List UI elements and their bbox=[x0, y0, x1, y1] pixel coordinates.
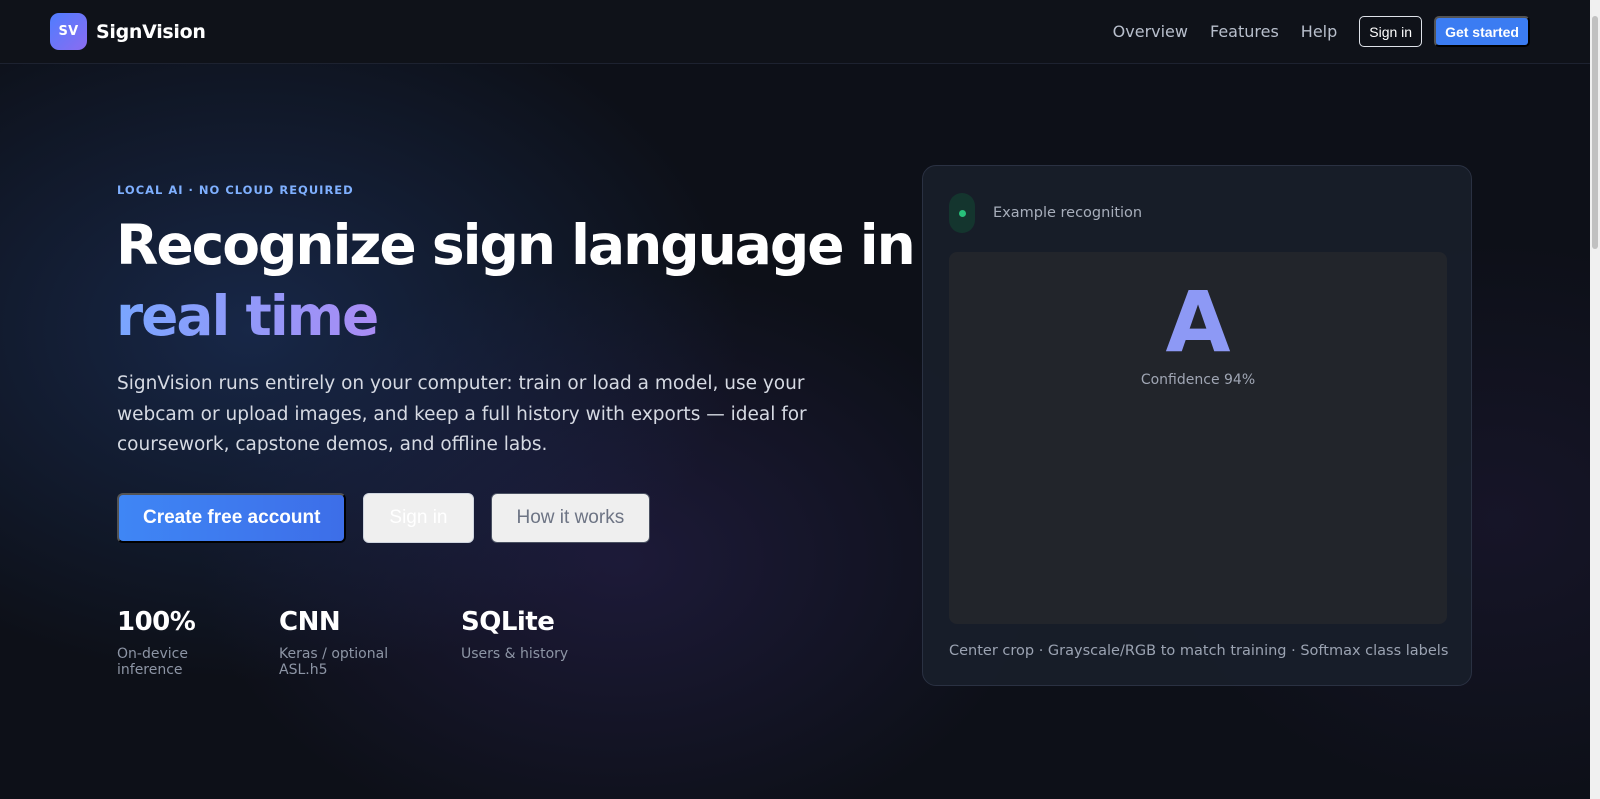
header-get-started-button[interactable]: Get started bbox=[1434, 16, 1530, 47]
recognition-preview: A Confidence 94% bbox=[949, 252, 1447, 624]
nav-overview-link[interactable]: Overview bbox=[1113, 22, 1188, 41]
live-status-indicator bbox=[949, 193, 975, 233]
header-sign-in-button[interactable]: Sign in bbox=[1359, 16, 1423, 47]
headline-main-text: Recognize sign language in bbox=[116, 213, 916, 277]
stat-value: 100% bbox=[117, 607, 196, 637]
headline-accent-text: real time bbox=[116, 284, 379, 348]
logo-icon: SV bbox=[50, 13, 87, 50]
hero-eyebrow: LOCAL AI · NO CLOUD REQUIRED bbox=[117, 183, 354, 197]
top-navbar: SV SignVision Overview Features Help Sig… bbox=[0, 0, 1590, 64]
stat-label: Users & history bbox=[461, 646, 569, 662]
stat-item: CNN Keras / optional ASL.h5 bbox=[279, 607, 436, 678]
card-footer-note: Center crop · Grayscale/RGB to match tra… bbox=[949, 643, 1449, 659]
hero-headline: Recognize sign language in real time bbox=[116, 210, 916, 352]
hero-stats: 100% On-device inference CNN Keras / opt… bbox=[117, 607, 593, 678]
stat-value: SQLite bbox=[461, 607, 555, 637]
create-account-button[interactable]: Create free account bbox=[117, 493, 347, 543]
card-header: Example recognition bbox=[949, 193, 1142, 233]
scrollbar-thumb[interactable] bbox=[1592, 16, 1598, 249]
status-dot-icon bbox=[958, 209, 966, 217]
prediction-confidence: Confidence 94% bbox=[1140, 372, 1256, 388]
stat-label: Keras / optional ASL.h5 bbox=[279, 646, 389, 678]
stat-label: On-device inference bbox=[117, 646, 188, 678]
hero-description: SignVision runs entirely on your compute… bbox=[117, 373, 807, 455]
how-it-works-button[interactable]: How it works bbox=[490, 493, 651, 543]
brand-home-link[interactable]: SV SignVision bbox=[50, 13, 206, 50]
stat-item: 100% On-device inference bbox=[117, 607, 254, 678]
stat-value: CNN bbox=[279, 607, 341, 637]
brand-name: SignVision bbox=[96, 20, 206, 43]
nav-help-link[interactable]: Help bbox=[1301, 22, 1337, 41]
hero-cta-group: Create free account Sign in How it works bbox=[117, 493, 651, 543]
stat-item: SQLite Users & history bbox=[461, 607, 568, 678]
nav-features-link[interactable]: Features bbox=[1210, 22, 1279, 41]
example-recognition-card: Example recognition A Confidence 94% Cen… bbox=[922, 165, 1472, 686]
page-scrollbar[interactable] bbox=[1590, 0, 1600, 799]
main-nav: Overview Features Help Sign in Get start… bbox=[1113, 16, 1530, 47]
hero-sign-in-button[interactable]: Sign in bbox=[363, 493, 474, 543]
predicted-letter: A bbox=[1165, 273, 1231, 371]
card-title: Example recognition bbox=[993, 205, 1143, 221]
